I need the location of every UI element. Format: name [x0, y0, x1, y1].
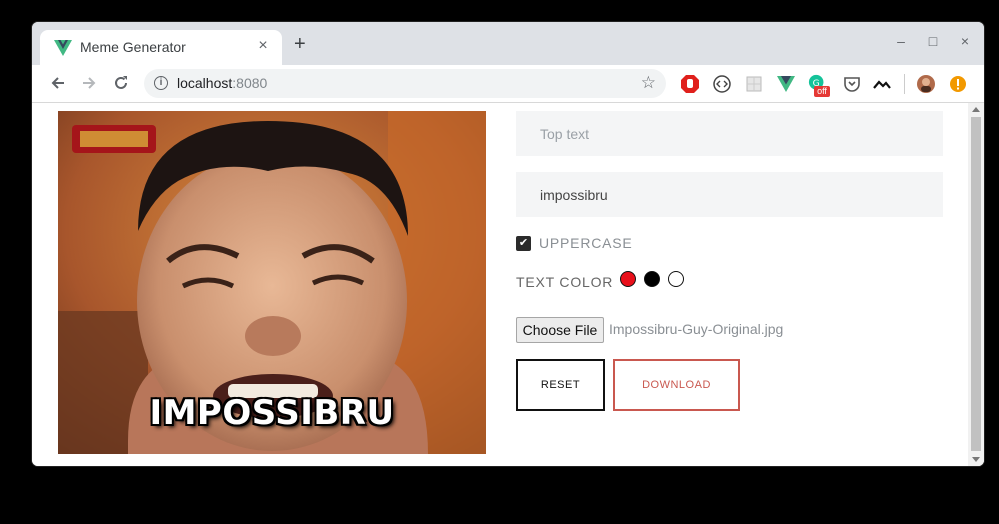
browser-window: Meme Generator × + – □ × i localhost:808…	[32, 22, 984, 466]
back-arrow-icon[interactable]	[48, 73, 68, 93]
avatar[interactable]	[916, 74, 936, 94]
extension-off-badge: off	[814, 86, 830, 97]
scroll-down-arrow-icon[interactable]	[972, 457, 980, 462]
url-text: localhost:8080	[177, 75, 267, 91]
grid-extension-icon[interactable]	[744, 74, 764, 94]
uppercase-checkbox[interactable]: ✔	[516, 236, 531, 251]
code-extension-icon[interactable]	[712, 74, 732, 94]
scroll-thumb[interactable]	[971, 117, 981, 451]
meme-image: IMPOSSIBRU	[58, 111, 486, 454]
title-bar: Meme Generator × + – □ ×	[32, 22, 984, 65]
bottom-text-input[interactable]	[516, 172, 943, 217]
forward-arrow-icon[interactable]	[79, 73, 99, 93]
bookmark-star-icon[interactable]: ☆	[641, 73, 656, 93]
meme-caption: IMPOSSIBRU	[149, 393, 395, 433]
reset-button[interactable]: RESET	[516, 359, 605, 411]
tab-title: Meme Generator	[80, 39, 186, 55]
mountain-extension-icon[interactable]	[872, 74, 892, 94]
toolbar-divider	[904, 74, 905, 94]
new-tab-button[interactable]: +	[294, 34, 306, 54]
address-bar[interactable]: i localhost:8080 ☆	[144, 69, 666, 98]
vue-icon	[54, 40, 72, 56]
window-controls: – □ ×	[894, 34, 972, 48]
uppercase-label: UPPERCASE	[539, 235, 633, 251]
top-text-input[interactable]	[516, 111, 943, 156]
vue-devtools-icon[interactable]	[776, 74, 796, 94]
tab-meme-generator[interactable]: Meme Generator ×	[40, 30, 282, 65]
page-content: IMPOSSIBRU ✔ UPPERCASE TEXT COLOR Choose…	[32, 103, 984, 466]
browser-toolbar: i localhost:8080 ☆ G off	[32, 65, 984, 103]
info-icon[interactable]: i	[154, 76, 168, 90]
download-button[interactable]: DOWNLOAD	[613, 359, 740, 411]
color-swatch-white[interactable]	[668, 271, 684, 287]
pocket-extension-icon[interactable]	[842, 74, 862, 94]
color-swatch-red[interactable]	[620, 271, 636, 287]
url-host: localhost	[177, 75, 233, 91]
maximize-icon[interactable]: □	[926, 34, 940, 48]
minimize-icon[interactable]: –	[894, 34, 908, 48]
reload-icon[interactable]	[111, 73, 131, 93]
text-color-label: TEXT COLOR	[516, 274, 614, 290]
alert-icon[interactable]	[948, 74, 968, 94]
selected-file-name: Impossibru-Guy-Original.jpg	[609, 321, 784, 337]
meme-form: ✔ UPPERCASE TEXT COLOR Choose File Impos…	[516, 103, 956, 466]
url-port: :8080	[232, 75, 268, 91]
adblock-extension-icon[interactable]	[680, 74, 700, 94]
close-window-icon[interactable]: ×	[958, 34, 972, 48]
choose-file-button[interactable]: Choose File	[516, 317, 604, 343]
tab-close-icon[interactable]: ×	[254, 37, 272, 55]
page-scrollbar[interactable]	[968, 103, 984, 466]
scroll-up-arrow-icon[interactable]	[972, 107, 980, 112]
color-swatch-black[interactable]	[644, 271, 660, 287]
